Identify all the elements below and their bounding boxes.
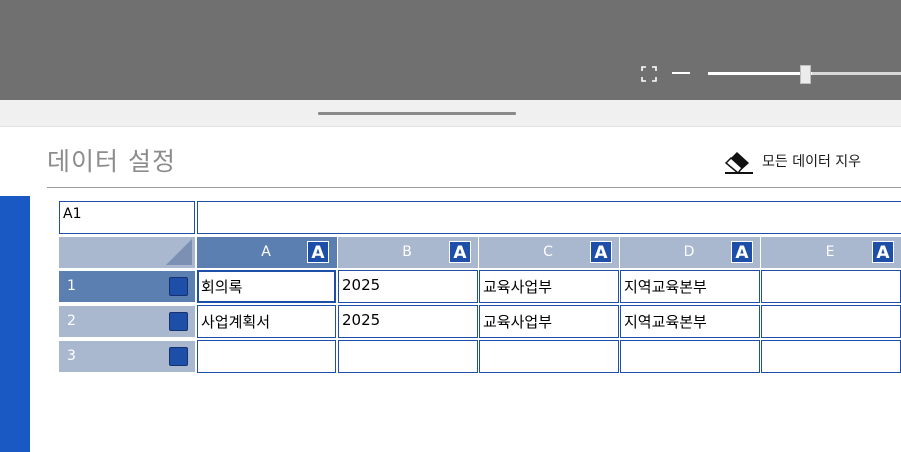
column-header-d[interactable]: D A — [620, 237, 760, 268]
zoom-out-icon[interactable] — [672, 72, 690, 74]
resize-handle[interactable] — [318, 112, 516, 115]
cell-b1[interactable]: 2025 — [338, 270, 478, 303]
expand-icon[interactable] — [640, 65, 658, 83]
cell-d2[interactable]: 지역교육본부 — [620, 305, 760, 338]
cell-e1[interactable] — [761, 270, 901, 303]
cell-reference-box[interactable]: A1 — [59, 201, 195, 234]
side-panel-strip — [0, 196, 30, 452]
column-type-badge[interactable]: A — [731, 241, 753, 263]
column-type-badge[interactable]: A — [872, 241, 894, 263]
row-select-checkbox[interactable] — [169, 312, 188, 331]
cell-a1[interactable]: 회의록 — [197, 270, 336, 303]
column-header-c[interactable]: C A — [479, 237, 619, 268]
cell-e2[interactable] — [761, 305, 901, 338]
row-header-3[interactable]: 3 — [59, 341, 195, 372]
zoom-slider-thumb[interactable] — [800, 65, 811, 84]
column-type-badge[interactable]: A — [449, 241, 471, 263]
row-number: 1 — [67, 278, 76, 294]
cell-e3[interactable] — [761, 340, 901, 373]
zoom-slider-remaining — [812, 72, 901, 75]
cell-c1[interactable]: 교육사업부 — [479, 270, 619, 303]
cell-d3[interactable] — [620, 340, 760, 373]
select-all-corner[interactable] — [59, 237, 195, 268]
cell-a3[interactable] — [197, 340, 336, 373]
top-toolbar — [0, 0, 901, 100]
formula-input[interactable] — [197, 201, 901, 234]
page-title: 데이터 설정 — [47, 147, 176, 176]
row-select-checkbox[interactable] — [169, 277, 188, 296]
row-number: 3 — [67, 348, 76, 364]
cell-c2[interactable]: 교육사업부 — [479, 305, 619, 338]
cell-d1[interactable]: 지역교육본부 — [620, 270, 760, 303]
column-header-b[interactable]: B A — [338, 237, 478, 268]
cell-a2[interactable]: 사업계획서 — [197, 305, 336, 338]
row-header-2[interactable]: 2 — [59, 306, 195, 337]
row-header-1[interactable]: 1 — [59, 271, 195, 302]
row-select-checkbox[interactable] — [169, 347, 188, 366]
column-header-a[interactable]: A A — [197, 237, 337, 268]
clear-all-data-label: 모든 데이터 지우 — [762, 154, 862, 170]
cell-b3[interactable] — [338, 340, 478, 373]
panel-divider — [0, 100, 901, 127]
column-type-badge[interactable]: A — [307, 241, 329, 263]
column-header-e[interactable]: E A — [761, 237, 901, 268]
column-type-badge[interactable]: A — [590, 241, 612, 263]
cell-b2[interactable]: 2025 — [338, 305, 478, 338]
row-number: 2 — [67, 313, 76, 329]
title-divider — [47, 187, 901, 188]
corner-triangle-icon — [166, 239, 192, 265]
clear-all-data-button[interactable]: 모든 데이터 지우 — [722, 148, 861, 174]
cell-c3[interactable] — [479, 340, 619, 373]
eraser-icon — [724, 152, 753, 174]
